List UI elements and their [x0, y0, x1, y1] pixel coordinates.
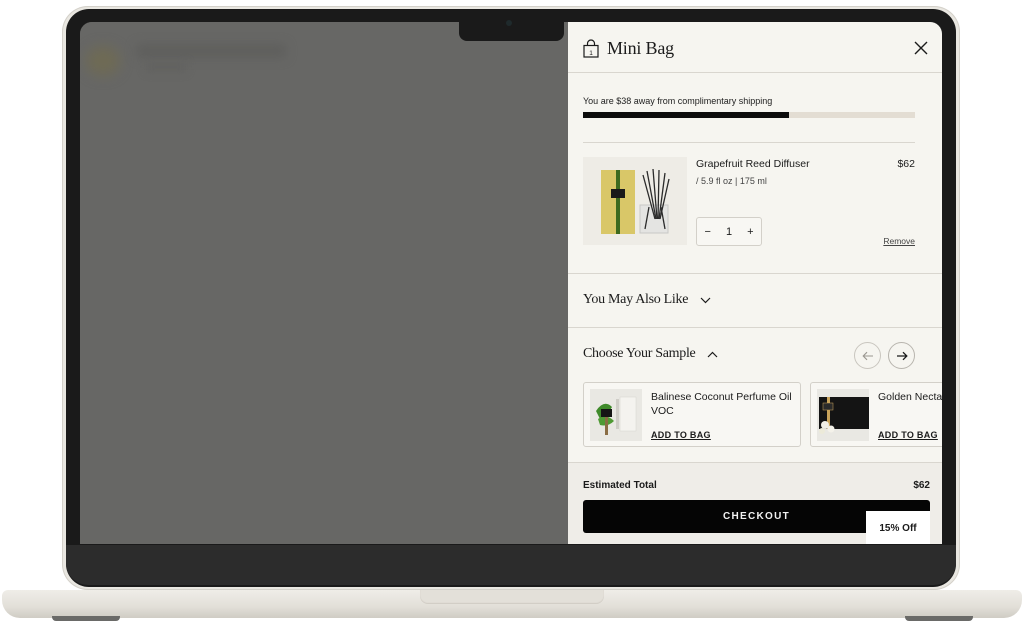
camera-notch	[459, 17, 564, 41]
you-may-also-like-toggle[interactable]: You May Also Like	[583, 292, 711, 308]
add-to-bag-button[interactable]: ADD TO BAG	[651, 430, 711, 440]
sample-product-image	[817, 389, 869, 441]
sample-name: Golden Nectar Parfum VOC	[878, 391, 942, 403]
sample-card[interactable]: Balinese Coconut Perfume Oil VOC ADD TO …	[583, 382, 801, 447]
cart-item-price: $62	[897, 158, 915, 170]
mini-bag-footer: Estimated Total $62 CHECKOUT 15% Off	[568, 462, 942, 544]
quantity-value[interactable]: 1	[726, 226, 732, 238]
carousel-prev-button[interactable]	[854, 342, 881, 369]
divider	[568, 327, 942, 328]
blurred-header-text	[136, 44, 286, 58]
laptop-opening-notch	[420, 590, 604, 604]
carousel-next-button[interactable]	[888, 342, 915, 369]
sample-product-image	[590, 389, 642, 441]
arrow-left-icon	[861, 351, 873, 360]
screen: 1 Mini Bag You are $38 away from complim…	[80, 22, 942, 544]
chevron-down-icon	[700, 297, 711, 303]
product-image[interactable]	[583, 157, 687, 245]
sample-card[interactable]: Golden Nectar Parfum VOC ADD TO BAG	[810, 382, 942, 447]
estimated-total-label: Estimated Total	[583, 480, 657, 491]
camera-icon	[506, 20, 512, 26]
chevron-up-icon	[708, 351, 718, 357]
shipping-message: You are $38 away from complimentary ship…	[583, 96, 773, 106]
bezel-bottom	[66, 545, 956, 585]
divider	[583, 142, 915, 143]
promo-badge[interactable]: 15% Off	[866, 511, 930, 544]
divider	[568, 273, 942, 274]
you-may-also-like-label: You May Also Like	[583, 292, 689, 307]
shipping-progress-fill	[583, 112, 789, 118]
shopping-bag-icon: 1	[583, 39, 599, 58]
decrement-button[interactable]: −	[705, 226, 711, 238]
blurred-logo	[86, 46, 120, 76]
sample-name: Balinese Coconut Perfume Oil VOC	[651, 391, 792, 417]
quantity-stepper: − 1 +	[696, 217, 762, 246]
choose-sample-label: Choose Your Sample	[583, 346, 696, 361]
laptop-foot	[52, 616, 120, 621]
shipping-progress-bar	[583, 112, 915, 118]
svg-text:1: 1	[589, 50, 593, 57]
choose-sample-toggle[interactable]: Choose Your Sample	[583, 346, 718, 362]
estimated-total-value: $62	[913, 480, 930, 491]
mini-bag-title: Mini Bag	[607, 38, 674, 58]
cart-item-name[interactable]: Grapefruit Reed Diffuser	[696, 158, 810, 170]
blurred-subtext	[146, 62, 186, 72]
mini-bag-panel: 1 Mini Bag You are $38 away from complim…	[568, 22, 942, 544]
increment-button[interactable]: +	[747, 226, 753, 238]
page-overlay[interactable]	[80, 22, 568, 544]
arrow-right-icon	[896, 351, 908, 360]
cart-item-size: / 5.9 fl oz | 175 ml	[696, 176, 767, 186]
remove-item-link[interactable]: Remove	[883, 236, 915, 246]
laptop-foot	[905, 616, 973, 621]
mini-bag-header: 1 Mini Bag	[568, 22, 942, 73]
add-to-bag-button[interactable]: ADD TO BAG	[878, 430, 938, 440]
close-icon[interactable]	[913, 40, 929, 56]
